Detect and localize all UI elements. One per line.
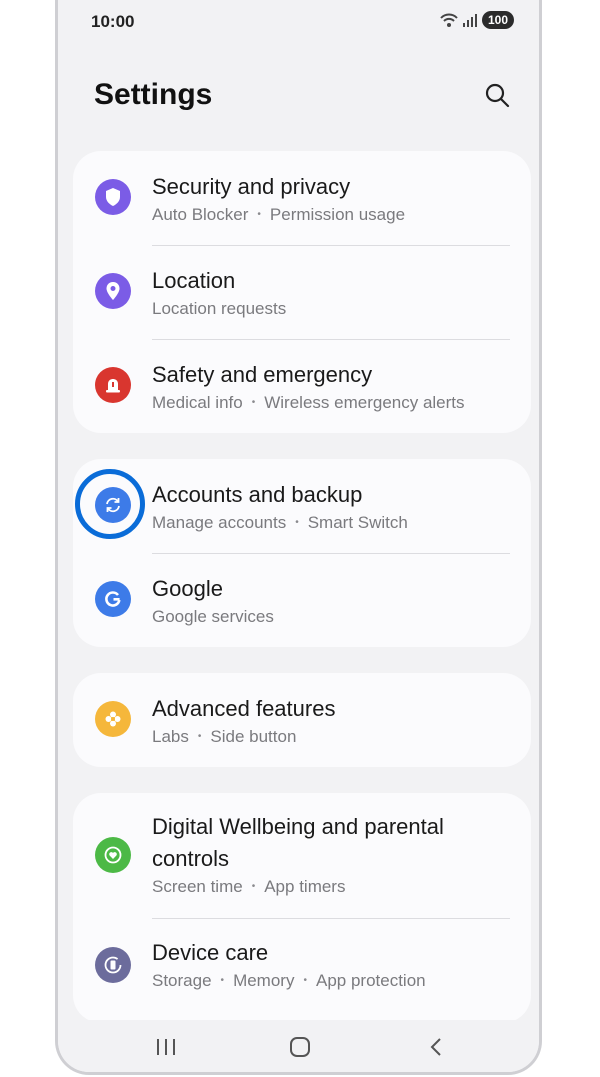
settings-item-digital-wellbeing[interactable]: Digital Wellbeing and parental controls …	[73, 793, 531, 919]
settings-item-security-and-privacy[interactable]: Security and privacy Auto Blocker • Permis…	[73, 151, 531, 245]
settings-card-wellbeing: Digital Wellbeing and parental controls …	[73, 793, 531, 1023]
item-title: Safety and emergency	[152, 362, 373, 387]
status-time: 10:00	[91, 12, 135, 31]
item-title-line2: controls	[152, 846, 230, 871]
settings-item-advanced-features[interactable]: Advanced features Labs • Side button	[73, 673, 531, 767]
device-care-icon	[95, 947, 131, 983]
settings-card-advanced: Advanced features Labs • Side button	[73, 673, 531, 767]
location-pin-icon	[95, 273, 131, 309]
home-icon[interactable]	[289, 1036, 311, 1058]
settings-item-safety-and-emergency[interactable]: Safety and emergency Medical info • Wirele…	[73, 339, 531, 433]
item-title: Device care	[152, 940, 269, 965]
recent-apps-icon[interactable]	[155, 1037, 177, 1057]
item-subtitle: Medical info • Wireless emergency alerts	[152, 393, 465, 412]
item-title: Accounts and backup	[152, 482, 363, 507]
shield-icon	[95, 179, 131, 215]
settings-item-device-care[interactable]: Device care Storage • Memory • App protectio…	[73, 919, 531, 1023]
item-title: Digital Wellbeing and parental	[152, 814, 444, 839]
search-icon[interactable]	[484, 82, 510, 108]
settings-card-accounts: Accounts and backup Manage accounts • Smar…	[73, 459, 531, 647]
item-title: Google	[152, 576, 223, 601]
item-title: Location	[152, 268, 236, 293]
navigation-bar	[58, 1020, 539, 1072]
google-icon	[95, 581, 131, 617]
heart-circle-icon	[95, 837, 131, 873]
item-subtitle: Location requests	[152, 299, 287, 318]
item-title: Security and privacy	[152, 174, 351, 199]
item-subtitle: Auto Blocker • Permission usage	[152, 205, 406, 224]
item-subtitle: Google services	[152, 607, 274, 626]
item-subtitle: Storage • Memory • App protection	[152, 971, 426, 990]
siren-icon	[95, 367, 131, 403]
status-bar: 10:00 100	[58, 0, 539, 40]
highlight-ring	[75, 469, 145, 539]
item-title: Advanced features	[152, 696, 336, 721]
settings-item-google[interactable]: Google Google services	[73, 553, 531, 647]
item-subtitle: Labs • Side button	[152, 727, 297, 746]
settings-card-privacy: Security and privacy Auto Blocker • Permis…	[73, 151, 531, 433]
settings-item-location[interactable]: Location Location requests	[73, 245, 531, 339]
phone-screen: 10:00 100 Settings Security and privacy …	[55, 0, 542, 1075]
back-icon[interactable]	[428, 1036, 444, 1058]
gear-flower-icon	[95, 701, 131, 737]
signal-icon	[463, 14, 477, 27]
wifi-icon	[440, 13, 458, 27]
item-subtitle: Manage accounts • Smart Switch	[152, 513, 408, 532]
item-subtitle: Screen time • App timers	[152, 877, 346, 896]
page-title: Settings	[94, 78, 213, 111]
battery-indicator: 100	[482, 11, 515, 29]
